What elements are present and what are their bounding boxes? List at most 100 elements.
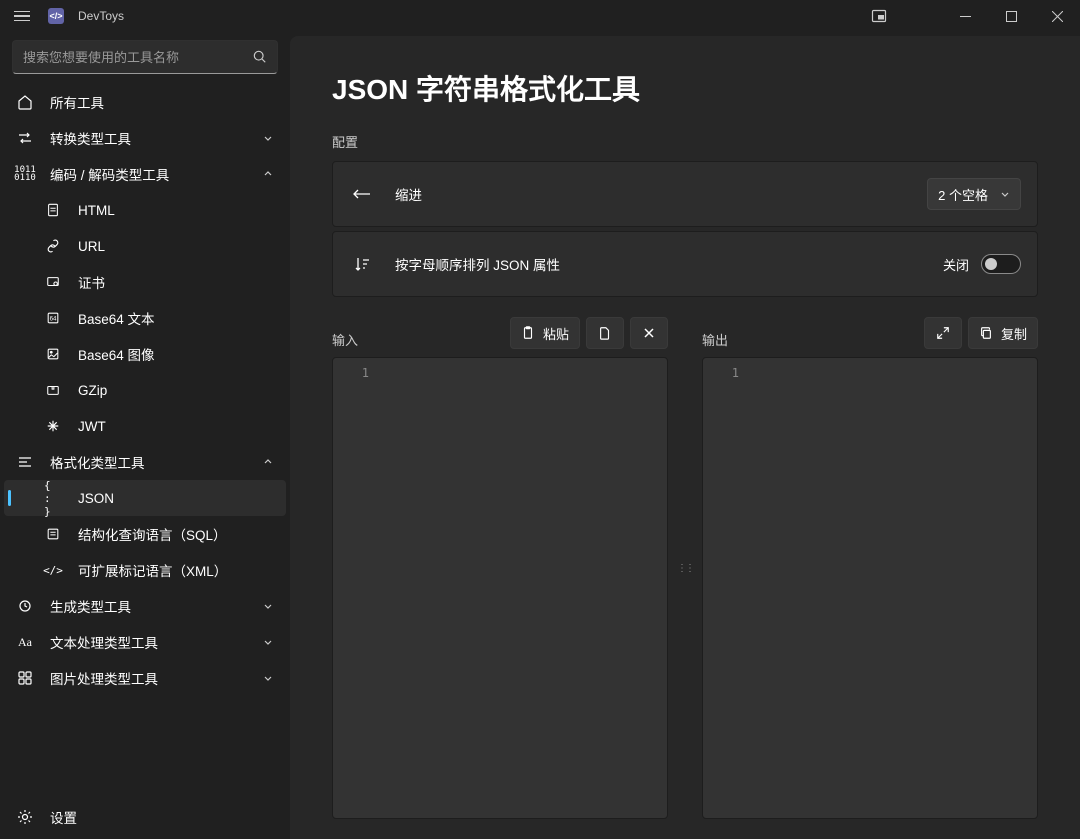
pip-icon xyxy=(871,8,887,24)
paste-button[interactable]: 粘贴 xyxy=(510,317,580,349)
splitter-icon: ⋮⋮ xyxy=(677,563,693,574)
sql-icon xyxy=(44,525,62,543)
jwt-icon xyxy=(44,417,62,435)
json-icon: { : } xyxy=(44,489,62,507)
close-icon xyxy=(1052,11,1063,22)
output-gutter: 1 xyxy=(703,358,749,818)
nav-url[interactable]: URL xyxy=(4,228,286,264)
clear-button[interactable] xyxy=(630,317,668,349)
nav-item-label: Base64 图像 xyxy=(78,344,155,364)
svg-text:64: 64 xyxy=(50,316,57,323)
sort-config-card: 按字母顺序排列 JSON 属性 关闭 xyxy=(332,231,1038,297)
close-button[interactable] xyxy=(1034,0,1080,32)
nav-item-label: GZip xyxy=(78,383,107,398)
nav-text[interactable]: Aa 文本处理类型工具 xyxy=(4,624,286,660)
output-label: 输出 xyxy=(702,330,728,349)
copy-button[interactable]: 复制 xyxy=(968,317,1038,349)
file-icon xyxy=(598,326,612,340)
app-title: DevToys xyxy=(78,9,124,23)
app-icon: </> xyxy=(48,8,64,24)
nav-item-label: 证书 xyxy=(78,272,105,292)
sort-label: 按字母顺序排列 JSON 属性 xyxy=(395,254,923,274)
titlebar: </> DevToys xyxy=(0,0,1080,32)
output-content xyxy=(749,358,1037,818)
nav-converters[interactable]: 转换类型工具 xyxy=(4,120,286,156)
nav-item-label: 图片处理类型工具 xyxy=(50,668,158,688)
output-column: 输出 复制 1 xyxy=(702,317,1038,819)
expand-icon xyxy=(936,326,950,340)
indent-label: 缩进 xyxy=(395,184,907,204)
input-content[interactable] xyxy=(379,358,667,818)
chevron-up-icon xyxy=(262,456,274,468)
input-label: 输入 xyxy=(332,330,358,349)
nav-item-label: 文本处理类型工具 xyxy=(50,632,158,652)
nav-json[interactable]: { : } JSON xyxy=(4,480,286,516)
zip-icon xyxy=(44,381,62,399)
xml-icon: </> xyxy=(44,561,62,579)
nav-cert[interactable]: 证书 xyxy=(4,264,286,300)
maximize-icon xyxy=(1006,11,1017,22)
nav-formatters[interactable]: 格式化类型工具 xyxy=(4,444,286,480)
minimize-icon xyxy=(960,11,971,22)
chevron-up-icon xyxy=(262,168,274,180)
link-icon xyxy=(44,237,62,255)
config-section-label: 配置 xyxy=(332,132,1038,151)
clipboard-icon xyxy=(521,326,535,340)
open-file-button[interactable] xyxy=(586,317,624,349)
indent-select[interactable]: 2 个空格 xyxy=(927,178,1021,210)
nav-generators[interactable]: 生成类型工具 xyxy=(4,588,286,624)
maximize-button[interactable] xyxy=(988,0,1034,32)
gear-icon xyxy=(16,808,34,826)
indent-config-card: 缩进 2 个空格 xyxy=(332,161,1038,227)
hamburger-menu-button[interactable] xyxy=(10,7,34,26)
nav-item-label: 编码 / 解码类型工具 xyxy=(50,164,169,184)
editor-row: 输入 粘贴 1 xyxy=(332,317,1038,819)
graphic-icon xyxy=(16,669,34,687)
nav-item-label: 格式化类型工具 xyxy=(50,452,145,472)
close-icon xyxy=(643,327,655,339)
copy-icon xyxy=(979,326,993,340)
nav-item-label: 生成类型工具 xyxy=(50,596,131,616)
nav-html[interactable]: HTML xyxy=(4,192,286,228)
paste-label: 粘贴 xyxy=(543,324,569,343)
cert-icon xyxy=(44,273,62,291)
input-editor[interactable]: 1 xyxy=(332,357,668,819)
nav-item-label: 可扩展标记语言（XML） xyxy=(78,560,227,580)
nav-graphic[interactable]: 图片处理类型工具 xyxy=(4,660,286,696)
nav-item-label: HTML xyxy=(78,203,115,218)
nav-sql[interactable]: 结构化查询语言（SQL） xyxy=(4,516,286,552)
chevron-down-icon xyxy=(1000,189,1010,199)
nav-item-label: Base64 文本 xyxy=(78,308,155,328)
input-gutter: 1 xyxy=(333,358,379,818)
nav-settings[interactable]: 设置 xyxy=(4,799,286,835)
search-input[interactable] xyxy=(23,50,253,65)
indent-value: 2 个空格 xyxy=(938,185,988,204)
nav-jwt[interactable]: JWT xyxy=(4,408,286,444)
nav-gzip[interactable]: GZip xyxy=(4,372,286,408)
generate-icon xyxy=(16,597,34,615)
splitter-handle[interactable]: ⋮⋮ xyxy=(682,317,688,819)
page-title: JSON 字符串格式化工具 xyxy=(332,68,1038,108)
indent-icon xyxy=(349,187,375,201)
output-editor[interactable]: 1 xyxy=(702,357,1038,819)
nav-base64-image[interactable]: Base64 图像 xyxy=(4,336,286,372)
nav-item-label: JWT xyxy=(78,419,106,434)
minimize-button[interactable] xyxy=(942,0,988,32)
nav-base64-text[interactable]: 64 Base64 文本 xyxy=(4,300,286,336)
pip-button[interactable] xyxy=(856,0,902,32)
binary-icon: 10110110 xyxy=(16,165,34,183)
nav-item-label: 所有工具 xyxy=(50,92,104,112)
search-icon xyxy=(253,50,267,64)
text-icon: Aa xyxy=(16,633,34,651)
b64-text-icon: 64 xyxy=(44,309,62,327)
search-box[interactable] xyxy=(12,40,278,74)
sort-toggle[interactable] xyxy=(981,254,1021,274)
sort-toggle-group: 关闭 xyxy=(943,254,1021,274)
home-icon xyxy=(16,93,34,111)
nav-xml[interactable]: </> 可扩展标记语言（XML） xyxy=(4,552,286,588)
nav-all-tools[interactable]: 所有工具 xyxy=(4,84,286,120)
expand-button[interactable] xyxy=(924,317,962,349)
nav-encoders[interactable]: 10110110 编码 / 解码类型工具 xyxy=(4,156,286,192)
nav-item-label: URL xyxy=(78,239,105,254)
sort-icon xyxy=(349,255,375,273)
